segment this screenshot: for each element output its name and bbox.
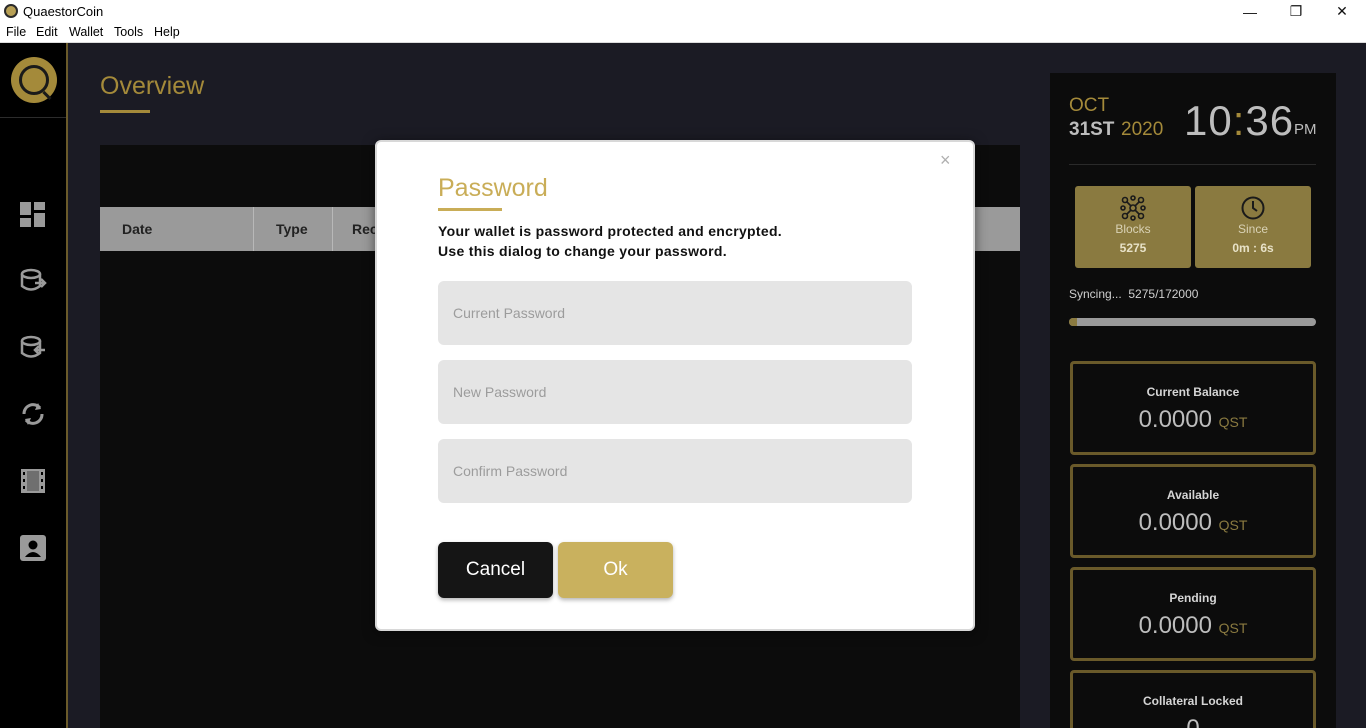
menu-file[interactable]: File: [6, 25, 26, 39]
window-title: QuaestorCoin: [23, 4, 104, 19]
confirm-password-field[interactable]: [438, 439, 912, 503]
window-titlebar: QuaestorCoin — ❐ ✕: [0, 0, 1366, 23]
menu-bar: File Edit Wallet Tools Help: [0, 23, 1366, 43]
dialog-title-underline: [438, 208, 502, 211]
cancel-button[interactable]: Cancel: [438, 542, 553, 598]
app-logo-icon: [4, 4, 18, 18]
close-window-button[interactable]: ✕: [1319, 0, 1365, 23]
menu-wallet[interactable]: Wallet: [69, 25, 103, 39]
restore-button[interactable]: ❐: [1273, 0, 1319, 23]
menu-tools[interactable]: Tools: [114, 25, 143, 39]
dialog-close-icon[interactable]: ×: [940, 150, 951, 171]
password-dialog: × Password Your wallet is password prote…: [375, 140, 975, 631]
dialog-description-line2: Use this dialog to change your password.: [438, 243, 727, 259]
current-password-field[interactable]: [438, 281, 912, 345]
dialog-title: Password: [438, 174, 548, 202]
menu-help[interactable]: Help: [154, 25, 180, 39]
dialog-description-line1: Your wallet is password protected and en…: [438, 223, 782, 239]
menu-edit[interactable]: Edit: [36, 25, 58, 39]
new-password-field[interactable]: [438, 360, 912, 424]
ok-button[interactable]: Ok: [558, 542, 673, 598]
minimize-button[interactable]: —: [1227, 0, 1273, 23]
